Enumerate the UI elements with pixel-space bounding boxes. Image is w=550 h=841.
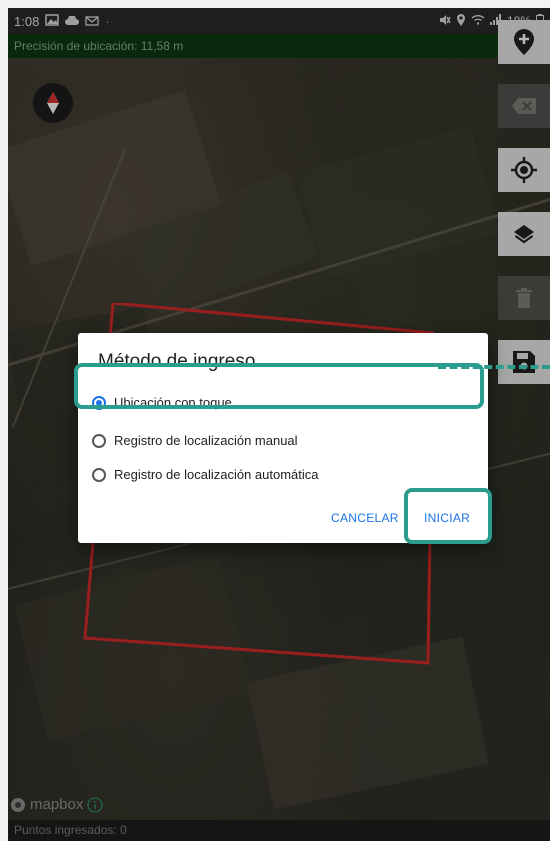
option-manual-location[interactable]: Registro de localización manual	[92, 433, 298, 448]
option-automatic-location[interactable]: Registro de localización automática	[92, 467, 319, 482]
phone-screen: 1:08 · 18%	[8, 8, 550, 841]
highlight-touch-option	[74, 363, 484, 409]
highlight-start-button	[404, 488, 492, 544]
option-label: Registro de localización manual	[114, 433, 298, 448]
option-label: Registro de localización automática	[114, 467, 319, 482]
radio-unchecked-icon[interactable]	[92, 467, 106, 482]
radio-unchecked-icon[interactable]	[92, 433, 106, 448]
highlight-connector-line	[438, 365, 550, 369]
cancel-button[interactable]: CANCELAR	[331, 511, 399, 525]
